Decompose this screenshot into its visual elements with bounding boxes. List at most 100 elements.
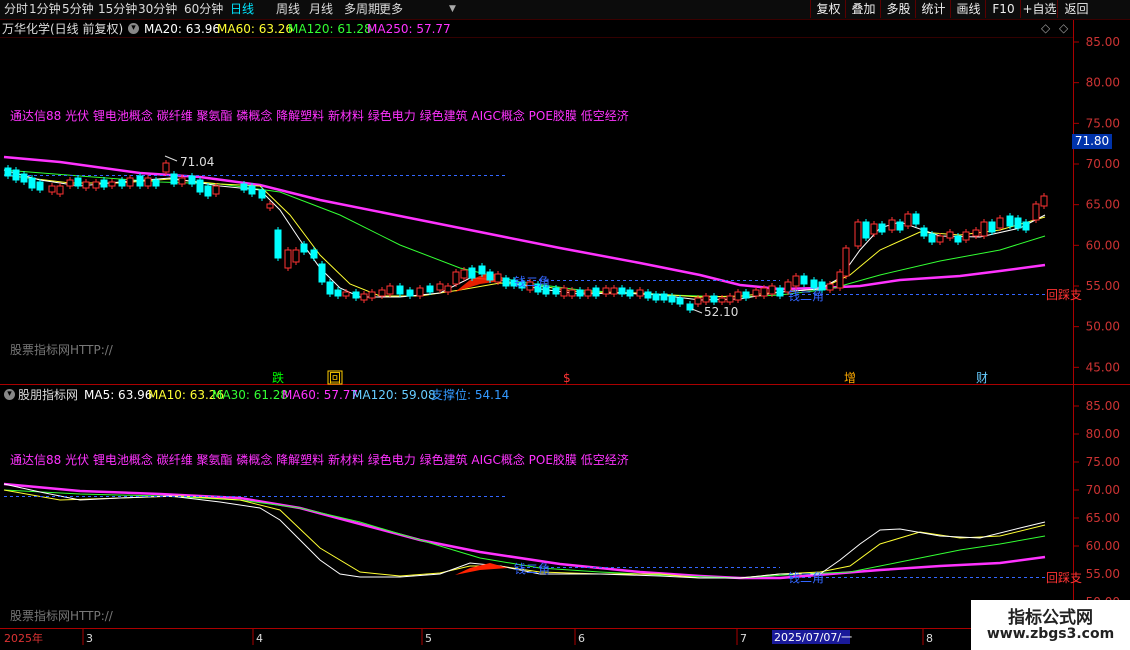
candle-17 bbox=[152, 179, 160, 187]
ytick-label-l-4: 65.00 bbox=[1086, 511, 1120, 525]
candle-67 bbox=[602, 287, 610, 295]
candle-16 bbox=[144, 177, 152, 187]
candle-0 bbox=[4, 167, 12, 177]
candle-47 bbox=[436, 283, 444, 291]
candle-14 bbox=[126, 177, 134, 187]
candle-119 bbox=[1040, 195, 1048, 207]
candle-90 bbox=[792, 275, 800, 287]
candle-113 bbox=[988, 221, 996, 233]
candle-88 bbox=[776, 287, 784, 297]
candle-83 bbox=[734, 291, 742, 301]
candle-118 bbox=[1032, 203, 1040, 221]
candle-85 bbox=[752, 289, 760, 297]
month-label-1: 4 bbox=[256, 632, 263, 645]
candle-75 bbox=[668, 295, 676, 303]
candle-70 bbox=[626, 289, 634, 297]
candle-36 bbox=[334, 289, 342, 297]
candle-84 bbox=[742, 291, 750, 299]
event-marker-2: $ bbox=[563, 371, 571, 385]
candle-72 bbox=[644, 291, 652, 299]
ytick-label-u-8: 45.00 bbox=[1086, 360, 1120, 374]
candle-115 bbox=[1006, 215, 1014, 227]
candle-68 bbox=[610, 287, 618, 295]
candle-105 bbox=[920, 227, 928, 237]
low-price-label: 52.10 bbox=[704, 305, 738, 319]
candle-51 bbox=[468, 267, 476, 279]
ytick-label-u-3: 70.00 bbox=[1086, 157, 1120, 171]
candle-82 bbox=[726, 295, 734, 303]
candle-30 bbox=[284, 249, 292, 269]
candle-107 bbox=[936, 235, 944, 243]
candle-37 bbox=[342, 291, 350, 297]
candle-95 bbox=[836, 271, 844, 289]
month-label-3: 6 bbox=[578, 632, 585, 645]
ytick-label-l-2: 75.00 bbox=[1086, 455, 1120, 469]
candle-112 bbox=[980, 221, 988, 237]
candle-69 bbox=[618, 287, 626, 295]
candle-109 bbox=[954, 235, 962, 243]
logo-title: 指标公式网 bbox=[1008, 608, 1093, 628]
candle-92 bbox=[810, 279, 818, 289]
lower-mark-right: 钱二角 bbox=[788, 570, 824, 585]
candle-18 bbox=[162, 162, 170, 173]
candle-24 bbox=[212, 185, 220, 195]
high-pointer bbox=[164, 155, 178, 162]
candle-63 bbox=[568, 289, 576, 297]
candle-4 bbox=[36, 181, 44, 191]
candle-116 bbox=[1014, 217, 1022, 229]
candle-65 bbox=[584, 289, 592, 297]
candle-100 bbox=[878, 223, 886, 233]
ytick-label-l-5: 60.00 bbox=[1086, 539, 1120, 553]
lower-mark-left: 钱二角 bbox=[514, 561, 550, 576]
candle-73 bbox=[652, 293, 660, 301]
lower-bull-fill bbox=[455, 563, 508, 575]
kline-chart[interactable]: 85.00 80.00 75.00 70.00 65.00 60.00 55.00 50.00… bbox=[0, 0, 1130, 650]
candle-23 bbox=[204, 185, 212, 197]
month-label-2: 5 bbox=[425, 632, 432, 645]
candle-108 bbox=[946, 231, 954, 239]
candle-52 bbox=[478, 265, 486, 275]
candle-96 bbox=[842, 247, 850, 277]
candle-9 bbox=[82, 181, 90, 189]
candle-53 bbox=[486, 271, 494, 281]
candle-111 bbox=[972, 229, 980, 237]
upper-mark-right: 钱二角 bbox=[788, 288, 824, 303]
candle-74 bbox=[660, 293, 668, 301]
lower-mark-end: 回踩支 bbox=[1046, 571, 1082, 585]
candle-79 bbox=[702, 295, 710, 303]
ytick-label-u-2: 75.00 bbox=[1086, 116, 1120, 130]
candle-15 bbox=[136, 175, 144, 187]
candle-101 bbox=[888, 219, 896, 231]
high-price-label: 71.04 bbox=[180, 155, 214, 169]
ytick-label-u-5: 60.00 bbox=[1086, 238, 1120, 252]
event-marker-3: 增 bbox=[844, 371, 856, 385]
current-price-tag: 71.80 bbox=[1072, 134, 1112, 149]
candle-114 bbox=[996, 217, 1004, 229]
candle-41 bbox=[378, 289, 386, 297]
candle-45 bbox=[416, 287, 424, 297]
candle-44 bbox=[406, 289, 414, 297]
ytick-label-u-0: 85.00 bbox=[1086, 35, 1120, 49]
candle-40 bbox=[368, 291, 376, 299]
month-label-4: 7 bbox=[740, 632, 747, 645]
candle-98 bbox=[862, 221, 870, 239]
event-marker-4: 财 bbox=[976, 371, 988, 385]
candle-49 bbox=[452, 271, 460, 285]
candle-48 bbox=[444, 285, 452, 293]
candle-10 bbox=[92, 181, 100, 189]
candle-66 bbox=[592, 287, 600, 297]
candle-103 bbox=[904, 213, 912, 227]
candle-31 bbox=[292, 249, 300, 263]
candle-99 bbox=[870, 223, 878, 235]
candle-27 bbox=[258, 189, 266, 199]
candle-22 bbox=[196, 179, 204, 193]
upper-mark-end: 回踩支 bbox=[1046, 288, 1082, 302]
candle-6 bbox=[56, 185, 64, 195]
candle-94 bbox=[826, 283, 834, 291]
candle-87 bbox=[768, 285, 776, 295]
month-label-5: 8 bbox=[926, 632, 933, 645]
candle-13 bbox=[118, 179, 126, 187]
upper-mark-left: 钱二角 bbox=[514, 274, 550, 289]
candle-11 bbox=[100, 179, 108, 188]
candle-76 bbox=[676, 297, 684, 305]
